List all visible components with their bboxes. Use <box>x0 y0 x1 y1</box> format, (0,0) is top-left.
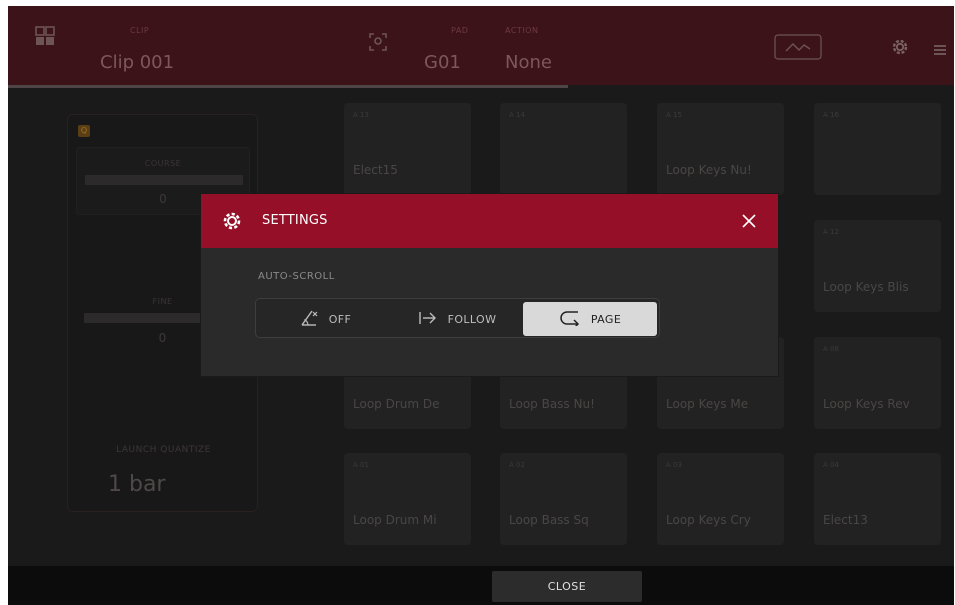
page-wrap-icon <box>559 310 591 329</box>
pad[interactable]: A 01 Loop Drum Mi <box>344 453 471 545</box>
pad[interactable]: A 04 Elect13 <box>814 453 941 545</box>
quantize-badge: Q <box>78 125 90 137</box>
settings-dialog: SETTINGS AUTO-SCROLL OFF FOLLOW PAGE <box>201 194 778 376</box>
dialog-title: SETTINGS <box>262 213 328 228</box>
autoscroll-label: AUTO-SCROLL <box>258 271 335 282</box>
course-slider[interactable] <box>85 175 243 185</box>
pad[interactable]: A 14 <box>500 103 627 195</box>
pad-id: A 01 <box>353 461 369 469</box>
pad-id: A 02 <box>509 461 525 469</box>
clip-name[interactable]: Clip 001 <box>100 52 174 73</box>
menu-icon[interactable] <box>934 41 946 60</box>
pad-name: Loop Keys Rev <box>823 397 910 411</box>
focus-pad-icon[interactable] <box>368 32 388 56</box>
pad-id: A 16 <box>823 111 839 119</box>
pad-id: A 12 <box>823 228 839 236</box>
pad-name: Loop Keys Nu! <box>666 163 752 177</box>
pad[interactable]: A 03 Loop Keys Cry <box>657 453 784 545</box>
pad[interactable]: A 12 Loop Keys Blis <box>814 220 941 312</box>
footer-bar: CLOSE <box>8 566 954 605</box>
pad-id: A 13 <box>353 111 369 119</box>
pad-name: Elect15 <box>353 163 398 177</box>
header-bar: CLIP Clip 001 PAD G01 ACTION None <box>8 6 954 85</box>
launch-quantize-label: LAUNCH QUANTIZE <box>116 445 211 455</box>
autoscroll-follow-label: FOLLOW <box>447 312 497 326</box>
close-button[interactable]: CLOSE <box>492 571 642 602</box>
pad-name: Loop Keys Cry <box>666 513 751 527</box>
clip-small-label: CLIP <box>130 26 150 35</box>
pad-id: A 03 <box>666 461 682 469</box>
pad-name: Loop Keys Me <box>666 397 749 411</box>
autoscroll-off-label: OFF <box>328 312 352 326</box>
pad-value[interactable]: G01 <box>424 52 461 73</box>
automation-icon[interactable] <box>774 34 822 64</box>
course-label: COURSE <box>144 159 182 168</box>
close-icon[interactable] <box>739 211 759 231</box>
pad[interactable]: A 08 Loop Keys Rev <box>814 337 941 429</box>
autoscroll-page-label: PAGE <box>590 312 622 326</box>
dialog-header: SETTINGS <box>201 194 778 248</box>
pad-name: Loop Bass Sq <box>509 513 589 527</box>
pad-id: A 15 <box>666 111 682 119</box>
gear-icon[interactable] <box>890 37 910 61</box>
pad-name: Loop Bass Nu! <box>509 397 595 411</box>
pad-id: A 14 <box>509 111 525 119</box>
pad-name: Loop Keys Blis <box>823 280 909 294</box>
launch-quantize-value[interactable]: 1 bar <box>108 472 165 497</box>
autoscroll-follow-option[interactable]: FOLLOW <box>392 302 522 336</box>
autoscroll-selector: OFF FOLLOW PAGE <box>255 298 660 338</box>
pad[interactable]: A 13 Elect15 <box>344 103 471 195</box>
header-progress-line <box>8 85 568 88</box>
pad-name: Loop Drum Mi <box>353 513 437 527</box>
clip-launch-screen: CLIP Clip 001 PAD G01 ACTION None Q COUR… <box>8 6 954 605</box>
follow-action-value[interactable]: None <box>505 52 552 73</box>
pad[interactable]: A 02 Loop Bass Sq <box>500 453 627 545</box>
gear-icon <box>221 210 243 236</box>
autoscroll-off-option[interactable]: OFF <box>260 302 390 336</box>
pad-small-label: PAD <box>451 26 469 35</box>
follow-small-label: ACTION <box>505 26 539 35</box>
autoscroll-page-option[interactable]: PAGE <box>523 302 657 336</box>
pad-name: Elect13 <box>823 513 868 527</box>
pad-name: Loop Drum De <box>353 397 440 411</box>
pad[interactable]: A 16 <box>814 103 941 195</box>
pad-id: A 04 <box>823 461 839 469</box>
arrow-follow-icon <box>418 311 448 328</box>
pad[interactable]: A 15 Loop Keys Nu! <box>657 103 784 195</box>
autoscroll-off-icon <box>299 309 329 330</box>
pad-id: A 08 <box>823 345 839 353</box>
grid-icon[interactable] <box>35 26 55 50</box>
